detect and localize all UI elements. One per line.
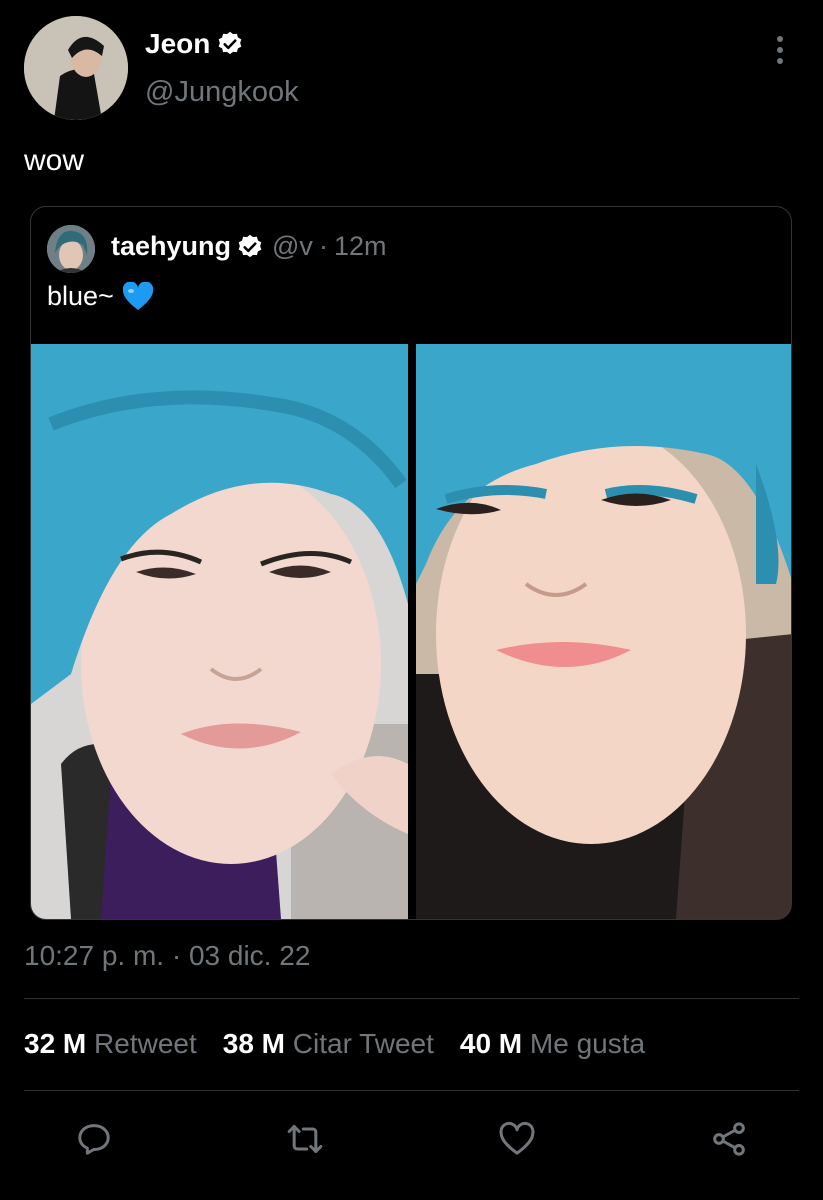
more-options-icon[interactable] [770, 36, 790, 64]
engagement-stats: 32 M Retweet 38 M Citar Tweet 40 M Me gu… [24, 1028, 645, 1060]
quoted-author-avatar[interactable] [47, 225, 95, 273]
author-name-row[interactable]: Jeon [145, 28, 244, 60]
stat-count: 40 M [459, 1028, 523, 1059]
photo-right[interactable] [416, 344, 791, 919]
stat-retweets[interactable]: 32 M Retweet [24, 1028, 197, 1060]
blue-heart-emoji [122, 281, 153, 310]
quoted-age: 12m [333, 231, 387, 261]
quoted-display-name[interactable]: taehyung [111, 231, 231, 262]
stat-count: 32 M [24, 1028, 87, 1059]
tweet-timestamp[interactable]: 10:27 p. m. · 03 dic. 22 [24, 940, 310, 972]
stat-label: Me gusta [529, 1028, 646, 1059]
stat-label: Retweet [94, 1028, 197, 1059]
media-grid [31, 344, 791, 919]
author-avatar[interactable] [24, 16, 128, 120]
action-bar [0, 1116, 823, 1162]
verified-badge-icon [219, 31, 242, 55]
reply-icon[interactable] [71, 1116, 117, 1162]
author-handle[interactable]: @Jungkook [145, 76, 299, 109]
verified-badge-icon [238, 234, 262, 257]
stat-likes[interactable]: 40 M Me gusta [460, 1028, 645, 1060]
quoted-header: taehyung @v · 12m [111, 231, 386, 262]
stat-quote-tweets[interactable]: 38 M Citar Tweet [223, 1028, 434, 1060]
stat-count: 38 M [222, 1028, 285, 1059]
meta-separator: · [318, 231, 328, 261]
retweet-icon[interactable] [282, 1116, 328, 1162]
like-icon[interactable] [494, 1116, 540, 1162]
quoted-tweet-card[interactable]: taehyung @v · 12m blue~ [30, 206, 792, 920]
divider [24, 998, 799, 999]
quoted-text-row: blue~ [47, 281, 154, 312]
photo-left[interactable] [31, 344, 408, 919]
quoted-text: blue~ [47, 281, 114, 311]
stat-label: Citar Tweet [292, 1028, 434, 1059]
divider [24, 1090, 799, 1091]
tweet-text: wow [24, 144, 85, 177]
quoted-handle[interactable]: @v [272, 231, 313, 262]
share-icon[interactable] [706, 1116, 752, 1162]
author-display-name: Jeon [145, 28, 211, 59]
